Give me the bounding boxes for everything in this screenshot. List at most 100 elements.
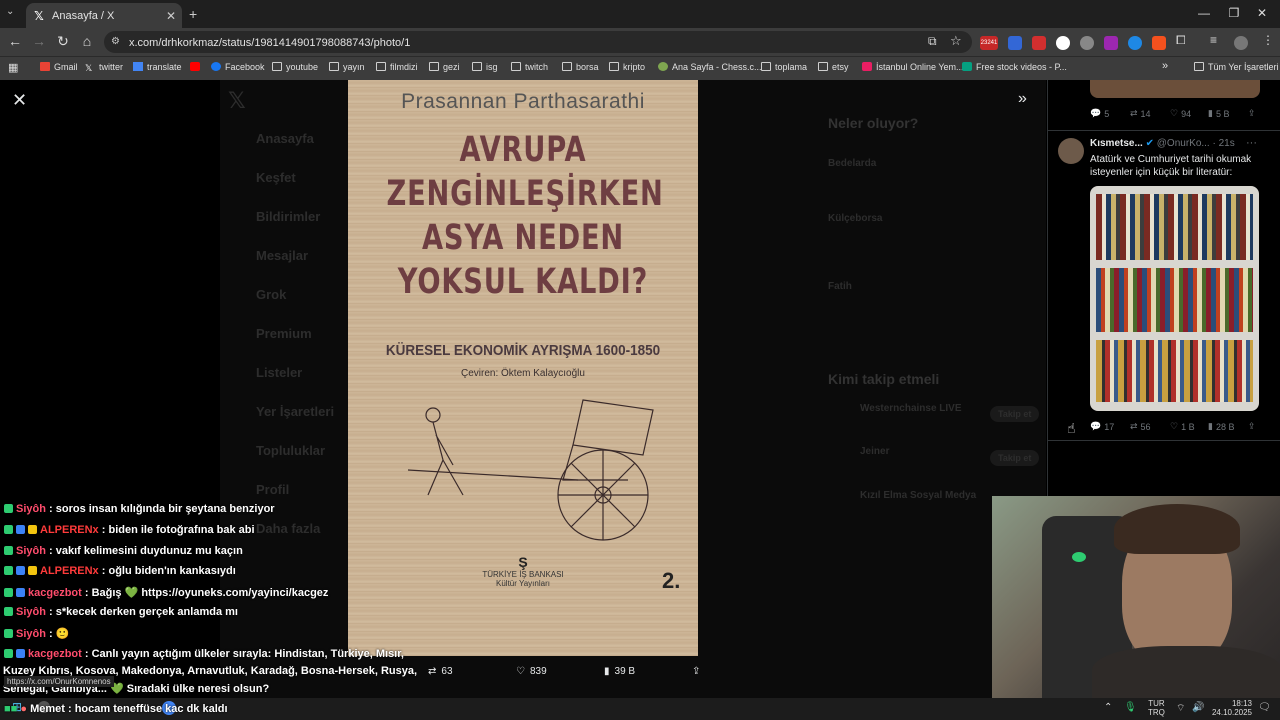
bookmark-folder-isg[interactable]: isg	[472, 62, 498, 72]
bookmark-folder-borsa[interactable]: borsa	[562, 62, 599, 72]
view-count[interactable]: ▮ 28 B	[1208, 421, 1234, 432]
extension-icon[interactable]	[1080, 36, 1094, 50]
maximize-button[interactable]: ❐	[1224, 6, 1244, 20]
nav-lists: Listeler	[256, 365, 303, 380]
like-count[interactable]: ♡ 94	[1170, 108, 1191, 119]
bookmark-folder-gezi[interactable]: gezi	[429, 62, 460, 72]
tray-expand-icon[interactable]: ⌃	[1104, 702, 1112, 713]
reply-icon: 💬	[1090, 108, 1102, 118]
retweet-count[interactable]: ⇄ 56	[1130, 421, 1151, 432]
follow-button[interactable]: Takip et	[990, 450, 1040, 466]
mic-icon[interactable]: 🎙	[1124, 702, 1137, 713]
share-icon[interactable]: ⇪	[1248, 108, 1256, 119]
tweet-time[interactable]: 21s	[1219, 138, 1235, 149]
facebook-icon	[211, 62, 221, 71]
bookmark-twitter[interactable]: 𝕏twitter	[85, 62, 123, 73]
retweet-icon: ⇄	[1130, 108, 1138, 118]
folder-icon	[272, 62, 282, 71]
apps-grid-icon[interactable]: ▦	[8, 61, 18, 74]
razer-logo-icon	[1072, 552, 1086, 562]
bookmark-folder-filmdizi[interactable]: filmdizi	[376, 62, 418, 72]
heart-icon: ♡	[516, 666, 525, 677]
like-button[interactable]: ♡ 839	[516, 666, 547, 677]
divider	[1047, 130, 1280, 131]
follow-button[interactable]: Takip et	[990, 406, 1040, 422]
bookmark-folder-twitch[interactable]: twitch	[511, 62, 548, 72]
like-count[interactable]: ♡ 1 B	[1170, 421, 1195, 432]
bookmark-youtube-icon[interactable]	[190, 62, 204, 72]
bookmark-folder-kripto[interactable]: kripto	[609, 62, 645, 72]
minimize-button[interactable]: —	[1194, 6, 1214, 20]
folder-icon	[818, 62, 828, 71]
install-app-icon[interactable]: ⧉	[928, 34, 937, 49]
folder-icon	[329, 62, 339, 71]
view-count[interactable]: ▮ 5 B	[1208, 108, 1229, 119]
tweet-bookshelf-image[interactable]	[1090, 186, 1259, 411]
bookmark-yemeksepeti[interactable]: İstanbul Online Yem...	[862, 62, 964, 72]
reply-count[interactable]: 💬 5	[1090, 108, 1109, 119]
tweet-author-name[interactable]: Kısmetse...	[1090, 138, 1143, 149]
close-tab-icon[interactable]: ✕	[166, 9, 176, 23]
streamer-body	[1092, 646, 1280, 698]
profile-avatar[interactable]	[1234, 36, 1248, 50]
extensions-puzzle-icon[interactable]: ⧠	[1176, 33, 1186, 48]
bookmark-folder-toplama[interactable]: toplama	[761, 62, 807, 72]
bookmarks-overflow-icon[interactable]: »	[1162, 60, 1168, 72]
retweet-button[interactable]: ⇄ 63	[428, 666, 453, 677]
share-icon[interactable]: ⇪	[1248, 421, 1256, 432]
chat-message: Siyôh : soros insan kılığında bir şeytan…	[4, 503, 275, 515]
extension-icon[interactable]	[1056, 36, 1070, 50]
new-tab-button[interactable]: +	[189, 6, 197, 22]
site-info-icon[interactable]: ⚙	[111, 36, 120, 47]
bookmark-chess[interactable]: Ana Sayfa - Chess.c...	[658, 62, 762, 72]
notification-icon[interactable]: 🗨	[1258, 702, 1271, 713]
bookmark-folder-yayin[interactable]: yayın	[329, 62, 365, 72]
close-window-button[interactable]: ✕	[1252, 6, 1272, 20]
extension-icon[interactable]	[1152, 36, 1166, 50]
reload-icon[interactable]: ↻	[54, 33, 72, 50]
trend-item: Bedelarda	[828, 158, 877, 169]
bookmark-folder-etsy[interactable]: etsy	[818, 62, 849, 72]
bookmark-gmail[interactable]: Gmail	[40, 62, 78, 72]
previous-tweet-image[interactable]	[1090, 80, 1260, 98]
extension-icon[interactable]	[1104, 36, 1118, 50]
tab-active[interactable]: 𝕏 Anasayfa / X ✕	[26, 3, 182, 28]
tweet-handle[interactable]: @OnurKo...	[1157, 138, 1210, 149]
forward-icon[interactable]: →	[30, 33, 48, 49]
bookmark-translate[interactable]: translate	[133, 62, 182, 72]
folder-icon	[511, 62, 521, 71]
extension-badge[interactable]: 23241	[980, 36, 998, 50]
media-control-icon[interactable]: ≡	[1210, 33, 1217, 47]
share-icon[interactable]: ⇪	[692, 666, 700, 677]
back-icon[interactable]: ←	[6, 33, 24, 49]
avatar[interactable]	[1058, 138, 1084, 164]
reply-count[interactable]: 💬 17	[1090, 421, 1114, 432]
bookmark-facebook[interactable]: Facebook	[211, 62, 265, 72]
nav-notifications: Bildirimler	[256, 209, 321, 224]
tab-search-icon[interactable]: ⌄	[6, 6, 14, 17]
close-photo-icon[interactable]: ✕	[12, 90, 27, 111]
menu-kebab-icon[interactable]: ⋮	[1262, 33, 1274, 47]
retweet-count[interactable]: ⇄ 14	[1130, 108, 1151, 119]
x-logo-icon: 𝕏	[228, 88, 246, 113]
book-cover-photo[interactable]: Prasannan Parthasarathi AVRUPA ZENGİNLEŞ…	[348, 80, 698, 656]
bookmark-folder-youtube[interactable]: youtube	[272, 62, 318, 72]
more-options-icon[interactable]: ···	[1246, 137, 1257, 149]
expand-panel-icon[interactable]: »	[1018, 90, 1027, 108]
volume-icon[interactable]: 🔊	[1192, 702, 1204, 713]
home-icon[interactable]: ⌂	[78, 33, 96, 49]
views-button[interactable]: ▮ 39 B	[604, 666, 635, 677]
language-indicator[interactable]: TUR TRQ	[1148, 699, 1165, 717]
clock[interactable]: 18:13 24.10.2025	[1208, 699, 1252, 717]
extension-icon[interactable]	[1128, 36, 1142, 50]
bookmark-pexels[interactable]: Free stock videos - P...	[962, 62, 1067, 72]
all-bookmarks-folder[interactable]: Tüm Yer İşaretleri	[1194, 62, 1279, 72]
url-text[interactable]: x.com/drhkorkmaz/status/1981414901798088…	[129, 37, 410, 49]
translate-extension-icon[interactable]	[1008, 36, 1022, 50]
adblock-extension-icon[interactable]	[1032, 36, 1046, 50]
bookmark-star-icon[interactable]: ☆	[950, 33, 962, 49]
x-logo-icon: 𝕏	[85, 63, 93, 73]
retweet-icon: ⇄	[428, 666, 437, 677]
streamer-webcam	[992, 496, 1280, 698]
network-icon[interactable]: ⌔	[1176, 702, 1185, 715]
